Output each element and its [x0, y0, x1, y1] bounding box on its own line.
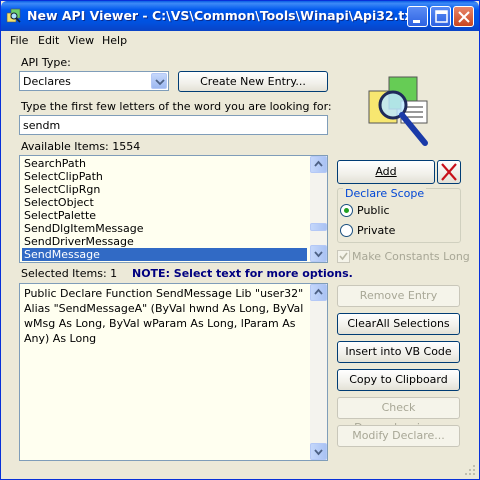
dropdown-button[interactable] — [151, 73, 167, 89]
chevron-down-icon — [314, 251, 323, 258]
scroll-down-button[interactable] — [310, 443, 327, 460]
clear-all-selections-button[interactable]: ClearAll Selections — [337, 313, 460, 335]
maximize-icon — [435, 10, 448, 23]
selected-items-textarea[interactable]: Public Declare Function SendMessage Lib … — [19, 283, 328, 461]
api-type-value: Declares — [23, 75, 71, 88]
api-viewer-window: New API Viewer - C:\VS\Common\Tools\Wina… — [0, 0, 480, 480]
delete-x-icon — [441, 163, 457, 181]
resize-grip-icon[interactable] — [463, 463, 477, 477]
private-radio[interactable] — [340, 224, 353, 237]
close-button[interactable] — [453, 6, 474, 27]
public-radio[interactable] — [340, 204, 353, 217]
title-bar[interactable]: New API Viewer - C:\VS\Common\Tools\Wina… — [1, 1, 479, 31]
list-item[interactable]: SelectClipPath — [22, 170, 307, 183]
list-item[interactable]: SelectObject — [22, 196, 307, 209]
list-item[interactable]: SendDlgItemMessage — [22, 222, 307, 235]
radio-selected-dot — [344, 208, 349, 213]
api-type-label: API Type: — [21, 56, 71, 69]
modify-declare-button[interactable]: Modify Declare... — [337, 425, 460, 447]
make-constants-long-label: Make Constants Long — [352, 250, 470, 263]
search-input[interactable]: sendm — [19, 115, 328, 135]
close-icon — [458, 11, 470, 23]
selected-items-label: Selected Items: 1 — [21, 267, 118, 280]
list-item-selected[interactable]: SendMessage — [22, 248, 307, 261]
menu-view[interactable]: View — [68, 34, 94, 47]
available-items-list[interactable]: SearchPath SelectClipPath SelectClipRgn … — [19, 155, 328, 263]
copy-to-clipboard-button[interactable]: Copy to Clipboard — [337, 369, 460, 391]
api-type-dropdown[interactable]: Declares — [19, 71, 169, 91]
search-input-value: sendm — [23, 119, 61, 132]
chevron-up-icon — [314, 288, 323, 295]
scroll-thumb[interactable] — [310, 223, 327, 231]
chevron-up-icon — [314, 160, 323, 167]
available-items-label: Available Items: 1554 — [21, 140, 141, 153]
search-label: Type the first few letters of the word y… — [21, 100, 332, 113]
insert-into-vb-code-button[interactable]: Insert into VB Code — [337, 341, 460, 363]
minimize-button[interactable] — [407, 6, 428, 27]
menu-help[interactable]: Help — [102, 34, 127, 47]
list-item[interactable]: SelectClipRgn — [22, 183, 307, 196]
api-viewer-logo-icon — [368, 76, 428, 146]
list-item[interactable]: SendDriverMessage — [22, 235, 307, 248]
delete-button[interactable] — [437, 160, 461, 184]
scroll-up-button[interactable] — [310, 284, 327, 301]
chevron-down-icon — [155, 79, 165, 86]
declare-scope-title: Declare Scope — [343, 187, 427, 200]
selection-note: NOTE: Select text for more options. — [132, 267, 353, 280]
make-constants-long-checkbox[interactable] — [337, 250, 350, 263]
list-item[interactable]: SearchPath — [22, 157, 307, 170]
selected-items-scrollbar[interactable] — [310, 284, 327, 460]
remove-entry-button[interactable]: Remove Entry — [337, 285, 460, 307]
check-dependencies-button[interactable]: Check Dependencies... — [337, 397, 460, 434]
api-viewer-app-icon[interactable] — [6, 8, 22, 24]
scroll-down-button[interactable] — [310, 245, 327, 262]
private-radio-label[interactable]: Private — [357, 224, 395, 237]
checkmark-icon — [339, 252, 348, 261]
available-items-scrollbar[interactable] — [310, 156, 327, 262]
chevron-down-icon — [314, 449, 323, 456]
menu-file[interactable]: File — [10, 34, 28, 47]
create-new-entry-button[interactable]: Create New Entry... — [178, 71, 328, 92]
add-button[interactable]: Add — [337, 160, 435, 184]
list-item[interactable]: SelectPalette — [22, 209, 307, 222]
minimize-icon — [413, 20, 420, 23]
scroll-up-button[interactable] — [310, 156, 327, 173]
selected-declaration-text[interactable]: Public Declare Function SendMessage Lib … — [24, 286, 304, 346]
menu-edit[interactable]: Edit — [38, 34, 59, 47]
menu-bar: File Edit View Help — [1, 31, 479, 50]
maximize-button[interactable] — [430, 6, 451, 27]
public-radio-label[interactable]: Public — [357, 204, 390, 217]
window-title: New API Viewer - C:\VS\Common\Tools\Wina… — [27, 8, 419, 23]
